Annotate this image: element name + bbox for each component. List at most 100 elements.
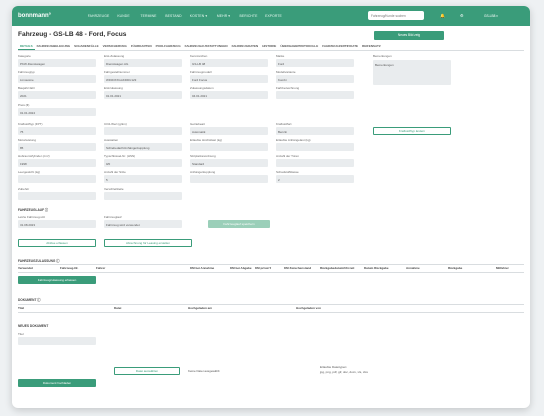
- tow-hitch-field[interactable]: [190, 175, 268, 183]
- tab-ausstattungen[interactable]: FAHRZEUGAUSSTATTUNGEN: [183, 43, 230, 50]
- nav-mehr[interactable]: MEHR ▾: [211, 14, 236, 18]
- column-header[interactable]: KM Zwischenstand: [284, 266, 311, 270]
- change-fuel-type-button[interactable]: Kraftstofftyp ändern: [373, 127, 451, 135]
- emission-class-field[interactable]: 2: [276, 175, 354, 183]
- accessories-field[interactable]: [18, 192, 96, 200]
- nav-kunde[interactable]: KUNDE: [111, 14, 136, 18]
- tab-fahrzeugbelegung[interactable]: FAHRZEUGBELEGUNG: [35, 43, 73, 50]
- field-label: Erstzulassung: [104, 86, 123, 90]
- displacement-field[interactable]: 1998: [18, 159, 96, 167]
- category-field[interactable]: PKW-Dienstwagen: [18, 59, 96, 67]
- column-header[interactable]: Datei: [114, 306, 121, 310]
- column-header[interactable]: Titel: [18, 306, 24, 310]
- field-label: Leergewicht (kg): [18, 170, 41, 174]
- field-label: Anzahl der Sitze: [104, 170, 126, 174]
- vehicle-type-field[interactable]: Limousine: [18, 75, 96, 83]
- column-header[interactable]: Rückgabe: [448, 266, 462, 270]
- wear-parts-field[interactable]: [104, 192, 182, 200]
- column-header[interactable]: Hochgeladen von: [296, 306, 321, 310]
- tab-reifensatz[interactable]: REIFENSATZ: [360, 43, 383, 50]
- save-vehicle-run-button[interactable]: Fahrzeuglauf speichern: [208, 220, 270, 228]
- nav-termine[interactable]: TERMINE: [136, 14, 161, 18]
- section-title: FAHRZEUGZULASSUNG ⓘ: [18, 259, 60, 263]
- fuel-type-field[interactable]: 75: [18, 127, 96, 135]
- top-navigation-bar: bonnmann° FAHRZEUGE KUNDE TERMINE BESTAN…: [12, 6, 530, 26]
- registration-date-field[interactable]: 04.01.2021: [190, 91, 268, 99]
- door-count-field[interactable]: [276, 159, 354, 167]
- document-title-input[interactable]: [18, 337, 96, 345]
- price-field[interactable]: 01.01.2024: [18, 108, 96, 116]
- column-header[interactable]: Datum Rückgabe: [364, 266, 389, 270]
- field-label: Kraftstofftyp (FPT): [18, 122, 43, 126]
- hsn-field[interactable]: 0/0: [104, 159, 182, 167]
- file-status-text: Keine Datei ausgewählt: [188, 369, 220, 373]
- column-header[interactable]: KM bei Annahme: [190, 266, 214, 270]
- seat-count-field[interactable]: 5: [104, 175, 182, 183]
- tab-zertifikate[interactable]: FAHRZEUGZERTIFIKATE: [320, 43, 360, 50]
- bell-icon[interactable]: 🔔: [440, 13, 445, 18]
- curb-weight-field[interactable]: [18, 175, 96, 183]
- record-payoff-button[interactable]: Ablöse erfassen: [18, 239, 96, 247]
- column-header[interactable]: Fahrzeug-Nr.: [60, 266, 78, 270]
- equipment-field[interactable]: Schiebedach/Anhängerkupplung: [104, 143, 182, 151]
- gear-icon[interactable]: ⚙: [460, 13, 464, 18]
- divider: [18, 272, 524, 273]
- field-label: Preis (€): [18, 103, 30, 107]
- registration-holder-field[interactable]: Dienstwagen AG: [104, 59, 182, 67]
- new-image-button[interactable]: Neues Bild zeig: [374, 31, 444, 40]
- tab-schadenfaelle[interactable]: SCHADENFÄLLE: [72, 43, 101, 50]
- field-label: Letzte Fahrzeug-HU: [18, 215, 46, 219]
- trailer-load-field[interactable]: [276, 143, 354, 151]
- field-label: Titel: [18, 332, 24, 336]
- column-header[interactable]: KM bei Abgabe: [230, 266, 252, 270]
- nav-bestand[interactable]: BESTAND: [161, 14, 186, 18]
- user-menu[interactable]: GS-LB8 ▾: [484, 14, 498, 18]
- tab-fahrzeugdaten[interactable]: FAHRZEUGDATEN: [230, 43, 261, 50]
- vehicle-run-field[interactable]: Fahrzeug wird verwendet: [104, 220, 182, 228]
- column-header[interactable]: Annahme: [406, 266, 420, 270]
- page-title: Fahrzeug - GS-LB 48 - Ford, Focus: [18, 31, 127, 38]
- app-logo[interactable]: bonnmann°: [18, 13, 70, 19]
- divider: [18, 312, 524, 313]
- column-header[interactable]: Mitfahrer: [496, 266, 509, 270]
- fuel-field[interactable]: Benzin: [276, 127, 354, 135]
- choose-file-button[interactable]: Datei auswählen: [114, 367, 180, 375]
- field-label: Ausstatten: [104, 138, 119, 142]
- color-field[interactable]: [276, 91, 354, 99]
- column-header[interactable]: Hochgeladen am: [188, 306, 212, 310]
- co2-field[interactable]: [104, 127, 182, 135]
- upload-document-button[interactable]: Dokument hochladen: [18, 379, 96, 387]
- tab-poolfahrzeug[interactable]: POOLFAHRZEUG: [154, 43, 183, 50]
- add-registration-button[interactable]: Fahrzeugzulassung erfassen: [18, 276, 96, 284]
- remarks-textarea[interactable]: Bemerkungen: [373, 60, 451, 85]
- tab-details[interactable]: DETAILS: [18, 43, 35, 50]
- model-variant-field[interactable]: Kombi: [276, 75, 354, 83]
- tab-uebergabeprotokolle[interactable]: ÜBERGABEPROTOKOLLE: [278, 43, 320, 50]
- model-field[interactable]: Ford Focus: [190, 75, 268, 83]
- last-inspection-field[interactable]: 31.08.2023: [18, 220, 96, 228]
- nav-kosten[interactable]: KOSTEN ▾: [186, 14, 211, 18]
- seat-arrangement-field[interactable]: Standard: [190, 159, 268, 167]
- column-header[interactable]: Rückgabedatum/Uhrzeit: [320, 266, 354, 270]
- vin-field[interactable]: WF0DXXGAKDDU123: [104, 75, 182, 83]
- transmission-field[interactable]: Automatik: [190, 127, 268, 135]
- tab-historie[interactable]: HISTORIE: [260, 43, 278, 50]
- column-header[interactable]: KM privat ▾: [255, 266, 271, 270]
- tab-fuehrkarten[interactable]: FÜHRKARTEN: [129, 43, 154, 50]
- tab-versicherung[interactable]: VERSICHERUNG: [101, 43, 129, 50]
- max-load-field[interactable]: [190, 143, 268, 151]
- license-plate-field[interactable]: GS-LB 48: [190, 59, 268, 67]
- column-header[interactable]: Verwendet: [18, 266, 33, 270]
- field-label: Typschlüssel-Nr. (HSN): [104, 154, 136, 158]
- column-header[interactable]: Fahrer: [96, 266, 105, 270]
- first-registration-field[interactable]: 01.01.2021: [104, 91, 182, 99]
- brand-field[interactable]: Ford: [276, 59, 354, 67]
- nav-berichte[interactable]: BERICHTE: [236, 14, 261, 18]
- build-year-field[interactable]: 2021: [18, 91, 96, 99]
- engine-power-field[interactable]: 85: [18, 143, 96, 151]
- nav-exporte[interactable]: EXPORTE: [261, 14, 286, 18]
- nav-fahrzeuge[interactable]: FAHRZEUGE: [86, 14, 111, 18]
- field-label: Schadstoffklasse: [276, 170, 299, 174]
- global-search-input[interactable]: Fahrzeug/Kunde suchen: [368, 11, 424, 20]
- create-leasing-bill-button[interactable]: Abrechnung für Leasing erstellen: [104, 239, 192, 247]
